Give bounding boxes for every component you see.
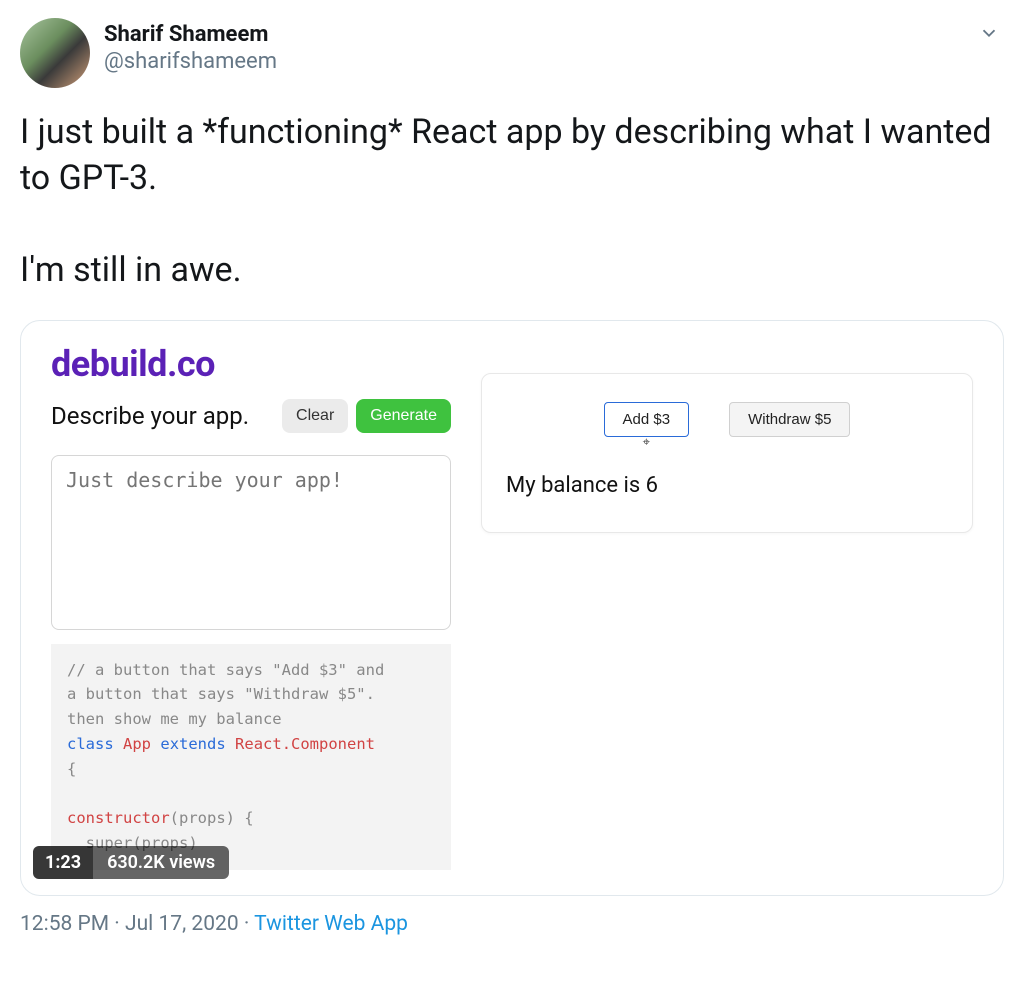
add-button[interactable]: Add $3 ⌖ <box>604 402 690 437</box>
tweet-time[interactable]: 12:58 PM <box>20 912 109 936</box>
code-keyword: extends <box>160 735 225 753</box>
tweet-source[interactable]: Twitter Web App <box>254 912 408 936</box>
preview-card: Add $3 ⌖ Withdraw $5 My balance is 6 <box>481 373 973 533</box>
code-comment: a button that says "Withdraw $5". <box>67 685 375 703</box>
generate-button[interactable]: Generate <box>356 399 451 433</box>
tweet-line-1: I just built a *functioning* React app b… <box>20 112 992 198</box>
user-block: Sharif Shameem @sharifshameem <box>104 18 277 74</box>
video-duration: 1:23 <box>33 846 93 879</box>
describe-textarea[interactable] <box>51 455 451 630</box>
meta-sep: · <box>239 912 255 936</box>
describe-row: Describe your app. Clear Generate <box>51 399 451 433</box>
user-handle[interactable]: @sharifshameem <box>104 49 277 74</box>
avatar[interactable] <box>20 18 90 88</box>
add-button-label: Add $3 <box>623 411 671 428</box>
describe-label: Describe your app. <box>51 402 274 430</box>
tweet-text: I just built a *functioning* React app b… <box>20 110 1004 294</box>
tweet-meta: 12:58 PM · Jul 17, 2020 · Twitter Web Ap… <box>20 912 1004 936</box>
code-comment: // a button that says "Add $3" and <box>67 661 384 679</box>
media-card[interactable]: debuild.co Describe your app. Clear Gene… <box>20 320 1004 896</box>
tweet-line-2: I'm still in awe. <box>20 250 242 290</box>
code-ctor: constructor <box>67 809 170 827</box>
cursor-icon: ⌖ <box>643 434 650 450</box>
code-brace: { <box>67 760 76 778</box>
video-overlay: 1:23 630.2K views <box>33 846 229 879</box>
code-classname: App <box>123 735 151 753</box>
brand-logo: debuild.co <box>51 343 451 385</box>
code-output: // a button that says "Add $3" and a but… <box>51 644 451 870</box>
display-name[interactable]: Sharif Shameem <box>104 22 277 47</box>
app-right-column: Add $3 ⌖ Withdraw $5 My balance is 6 <box>481 343 973 895</box>
media-inner: debuild.co Describe your app. Clear Gene… <box>21 321 1003 895</box>
app-left-column: debuild.co Describe your app. Clear Gene… <box>51 343 451 895</box>
balance-text: My balance is 6 <box>506 473 948 498</box>
code-ctor-args: (props) { <box>170 809 254 827</box>
withdraw-button[interactable]: Withdraw $5 <box>729 402 850 437</box>
video-views: 630.2K views <box>93 846 229 879</box>
meta-sep: · <box>109 912 125 936</box>
tweet-header: Sharif Shameem @sharifshameem <box>20 18 1004 88</box>
code-keyword: class <box>67 735 114 753</box>
preview-button-row: Add $3 ⌖ Withdraw $5 <box>506 402 948 437</box>
code-type: React.Component <box>235 735 375 753</box>
clear-button[interactable]: Clear <box>282 399 348 433</box>
code-comment: then show me my balance <box>67 710 282 728</box>
tweet-date[interactable]: Jul 17, 2020 <box>125 912 239 936</box>
chevron-down-icon[interactable] <box>978 22 1000 48</box>
